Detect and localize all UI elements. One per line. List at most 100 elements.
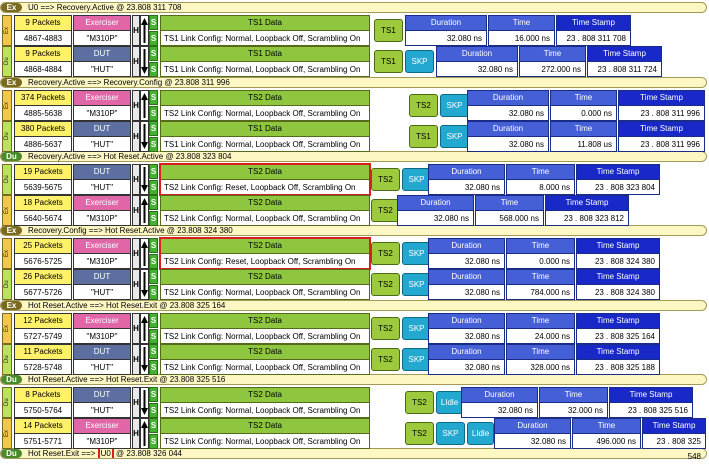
ts2-tag[interactable]: TS2 — [409, 94, 438, 117]
duration-field[interactable]: Duration 32.080 ns — [428, 344, 505, 375]
duration-field[interactable]: Duration 32.080 ns — [461, 387, 538, 418]
duration-field[interactable]: Duration 32.080 ns — [467, 121, 549, 152]
packet-row[interactable]: Du 26 Packets 5677-5726 DUT "HUT" H S S TS2 Data… — [2, 269, 707, 300]
role-cell[interactable]: Exerciser "M310P" — [73, 238, 131, 269]
role-cell[interactable]: DUT "HUT" — [73, 344, 131, 375]
ordered-set-data[interactable]: TS2 Data TS2 Link Config: Normal, Loopbac… — [160, 313, 370, 344]
ts2-tag[interactable]: TS2 — [371, 199, 400, 222]
state-separator[interactable]: Du Recovery.Active ==> Hot Reset.Active … — [0, 151, 707, 162]
packet-count-cell[interactable]: 11 Packets 5728-5748 — [14, 344, 72, 375]
state-separator[interactable]: Ex Hot Reset.Active ==> Hot Reset.Exit @… — [0, 300, 707, 311]
time-field[interactable]: Time 24.000 ns — [506, 313, 575, 344]
packet-count-cell[interactable]: 9 Packets 4868-4884 — [14, 46, 72, 77]
time-field[interactable]: Time 11.808 us — [550, 121, 617, 152]
ordered-set-data[interactable]: TS1 Data TS1 Link Config: Normal, Loopbac… — [160, 121, 370, 152]
packet-count-cell[interactable]: 25 Packets 5676-5725 — [14, 238, 72, 269]
role-cell[interactable]: DUT "HUT" — [73, 46, 131, 77]
packet-row[interactable]: Du 19 Packets 5639-5675 DUT "HUT" H S S TS2 Data… — [2, 163, 707, 196]
ts2-tag[interactable]: TS2 — [371, 348, 400, 371]
role-cell[interactable]: DUT "HUT" — [73, 269, 131, 300]
packet-count-cell[interactable]: 26 Packets 5677-5726 — [14, 269, 72, 300]
skp-tag[interactable]: SKP — [402, 348, 431, 371]
timestamp-field[interactable]: Time Stamp 23 . 808 325 188 — [576, 344, 660, 375]
timestamp-field[interactable]: Time Stamp 23 . 808 324 380 — [576, 238, 660, 269]
state-separator[interactable]: Ex Recovery.Active ==> Recovery.Config @… — [0, 77, 707, 88]
role-cell[interactable]: Exerciser "M310P" — [73, 313, 131, 344]
skp-tag[interactable]: SKP — [436, 422, 465, 445]
duration-field[interactable]: Duration 32.080 ns — [397, 195, 474, 226]
time-field[interactable]: Time 16.000 ns — [488, 15, 555, 46]
packet-row[interactable]: Ex 374 Packets 4885-5638 Exerciser "M310P" H S… — [2, 90, 707, 121]
skp-tag[interactable]: SKP — [402, 273, 431, 296]
ts2-tag[interactable]: TS2 — [405, 422, 434, 445]
duration-field[interactable]: Duration 32.080 ns — [467, 90, 549, 121]
timestamp-field[interactable]: Time Stamp 23 . 808 323 804 — [576, 164, 660, 195]
packet-row[interactable]: Ex 9 Packets 4867-4883 Exerciser "M310P" H S S T… — [2, 15, 707, 46]
skp-tag[interactable]: SKP — [402, 242, 431, 265]
duration-field[interactable]: Duration 32.080 ns — [428, 164, 505, 195]
duration-field[interactable]: Duration 32.080 ns — [428, 238, 505, 269]
state-separator[interactable]: Du Hot Reset.Exit ==> U0 @ 23.808 326 04… — [0, 448, 707, 459]
packet-row[interactable]: Du 9 Packets 4868-4884 DUT "HUT" H S S TS1 Data T… — [2, 46, 707, 77]
timestamp-field[interactable]: Time Stamp 23 . 808 311 996 — [618, 90, 705, 121]
ts2-tag[interactable]: TS2 — [371, 168, 400, 191]
role-cell[interactable]: Exerciser "M310P" — [73, 418, 131, 449]
packet-count-cell[interactable]: 19 Packets 5639-5675 — [14, 164, 72, 195]
time-field[interactable]: Time 8.000 ns — [506, 164, 575, 195]
packet-count-cell[interactable]: 374 Packets 4885-5638 — [14, 90, 72, 121]
role-cell[interactable]: Exerciser "M310P" — [73, 90, 131, 121]
state-separator[interactable]: Du Hot Reset.Active ==> Hot Reset.Exit @… — [0, 374, 707, 385]
packet-row[interactable]: Du 380 Packets 4886-5637 DUT "HUT" H S S TS1 Dat… — [2, 121, 707, 152]
packet-count-cell[interactable]: 8 Packets 5750-5764 — [14, 387, 72, 418]
ts1-tag[interactable]: TS1 — [374, 50, 403, 73]
state-separator[interactable]: Ex U0 ==> Recovery.Active @ 23.808 311 7… — [0, 2, 707, 13]
ordered-set-data[interactable]: TS2 Data TS2 Link Config: Normal, Loopbac… — [160, 387, 370, 418]
role-cell[interactable]: DUT "HUT" — [73, 387, 131, 418]
time-field[interactable]: Time 32.000 ns — [539, 387, 608, 418]
time-field[interactable]: Time 328.000 ns — [506, 344, 575, 375]
timestamp-field[interactable]: Time Stamp 23 . 808 325 164 — [576, 313, 660, 344]
duration-field[interactable]: Duration 32.080 ns — [436, 46, 518, 77]
lidle-tag[interactable]: LIdle — [467, 422, 494, 445]
ordered-set-data[interactable]: TS2 Data TS2 Link Config: Normal, Loopbac… — [160, 90, 370, 121]
ts2-tag[interactable]: TS2 — [371, 242, 400, 265]
packet-count-cell[interactable]: 14 Packets 5751-5771 — [14, 418, 72, 449]
packet-count-cell[interactable]: 9 Packets 4867-4883 — [14, 15, 72, 46]
lidle-tag[interactable]: LIdle — [436, 391, 463, 414]
skp-tag[interactable]: SKP — [402, 168, 431, 191]
time-field[interactable]: Time 0.000 ns — [550, 90, 617, 121]
skp-tag[interactable]: SKP — [405, 50, 434, 73]
skp-tag[interactable]: SKP — [440, 94, 469, 117]
time-field[interactable]: Time 568.000 ns — [475, 195, 544, 226]
packet-row[interactable]: Du 11 Packets 5728-5748 DUT "HUT" H S S TS2 Data… — [2, 344, 707, 375]
state-separator[interactable]: Ex Recovery.Config ==> Hot Reset.Active … — [0, 225, 707, 236]
duration-field[interactable]: Duration 32.080 ns — [428, 313, 505, 344]
ordered-set-data[interactable]: TS2 Data TS2 Link Config: Normal, Loopbac… — [160, 269, 370, 300]
timestamp-field[interactable]: Time Stamp 23 . 808 325 548 — [642, 418, 706, 461]
packet-count-cell[interactable]: 380 Packets 4886-5637 — [14, 121, 72, 152]
timestamp-field[interactable]: Time Stamp 23 . 808 324 380 — [576, 269, 660, 300]
role-cell[interactable]: Exerciser "M310P" — [73, 195, 131, 226]
timestamp-field[interactable]: Time Stamp 23 . 808 311 724 — [587, 46, 662, 77]
ts2-tag[interactable]: TS2 — [371, 273, 400, 296]
ordered-set-data[interactable]: TS1 Data TS1 Link Config: Normal, Loopbac… — [160, 15, 370, 46]
role-cell[interactable]: DUT "HUT" — [73, 121, 131, 152]
ts2-tag[interactable]: TS2 — [371, 317, 400, 340]
duration-field[interactable]: Duration 32.080 ns — [494, 418, 571, 449]
packet-row[interactable]: Ex 14 Packets 5751-5771 Exerciser "M310P" H S S… — [2, 418, 707, 461]
packet-row[interactable]: Ex 12 Packets 5727-5749 Exerciser "M310P" H S S… — [2, 313, 707, 344]
ordered-set-data[interactable]: TS2 Data TS2 Link Config: Normal, Loopbac… — [160, 195, 370, 226]
skp-tag[interactable]: SKP — [402, 317, 431, 340]
skp-tag[interactable]: SKP — [440, 125, 469, 148]
packet-row[interactable]: Ex 25 Packets 5676-5725 Exerciser "M310P" H S S… — [2, 237, 707, 270]
packet-count-cell[interactable]: 12 Packets 5727-5749 — [14, 313, 72, 344]
ts1-tag[interactable]: TS1 — [374, 19, 403, 42]
duration-field[interactable]: Duration 32.080 ns — [428, 269, 505, 300]
role-cell[interactable]: Exerciser "M310P" — [73, 15, 131, 46]
time-field[interactable]: Time 272.000 ns — [519, 46, 586, 77]
ts1-tag[interactable]: TS1 — [409, 125, 438, 148]
timestamp-field[interactable]: Time Stamp 23 . 808 311 996 — [618, 121, 705, 152]
ts2-tag[interactable]: TS2 — [405, 391, 434, 414]
packet-count-cell[interactable]: 18 Packets 5640-5674 — [14, 195, 72, 226]
ordered-set-data[interactable]: TS2 Data TS2 Link Config: Reset, Loopback… — [159, 237, 371, 270]
